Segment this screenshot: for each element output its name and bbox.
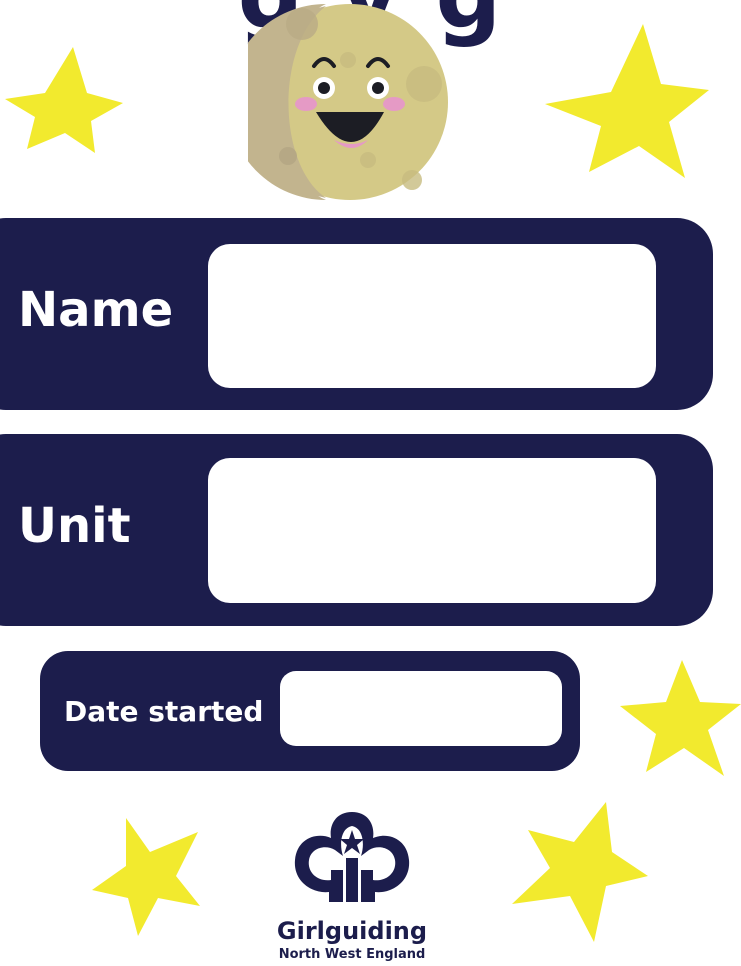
unit-label: Unit [18,498,131,554]
name-label: Name [18,282,174,338]
date-label: Date started [64,695,264,728]
star-icon [512,802,648,942]
name-field-panel: Name [0,218,713,410]
date-field-panel: Date started [40,651,580,771]
star-icon [5,47,123,153]
star-icon [620,660,741,776]
girlguiding-trefoil-logo [294,812,410,902]
name-input[interactable] [208,244,656,388]
moon-face-icon [248,4,448,200]
logo-brand-text: Girlguiding [276,917,428,945]
unit-field-panel: Unit [0,434,713,626]
logo-region-text: North West England [278,947,426,962]
star-icon [545,24,709,178]
unit-input[interactable] [208,458,656,603]
star-icon [92,818,200,936]
date-input[interactable] [280,671,562,746]
